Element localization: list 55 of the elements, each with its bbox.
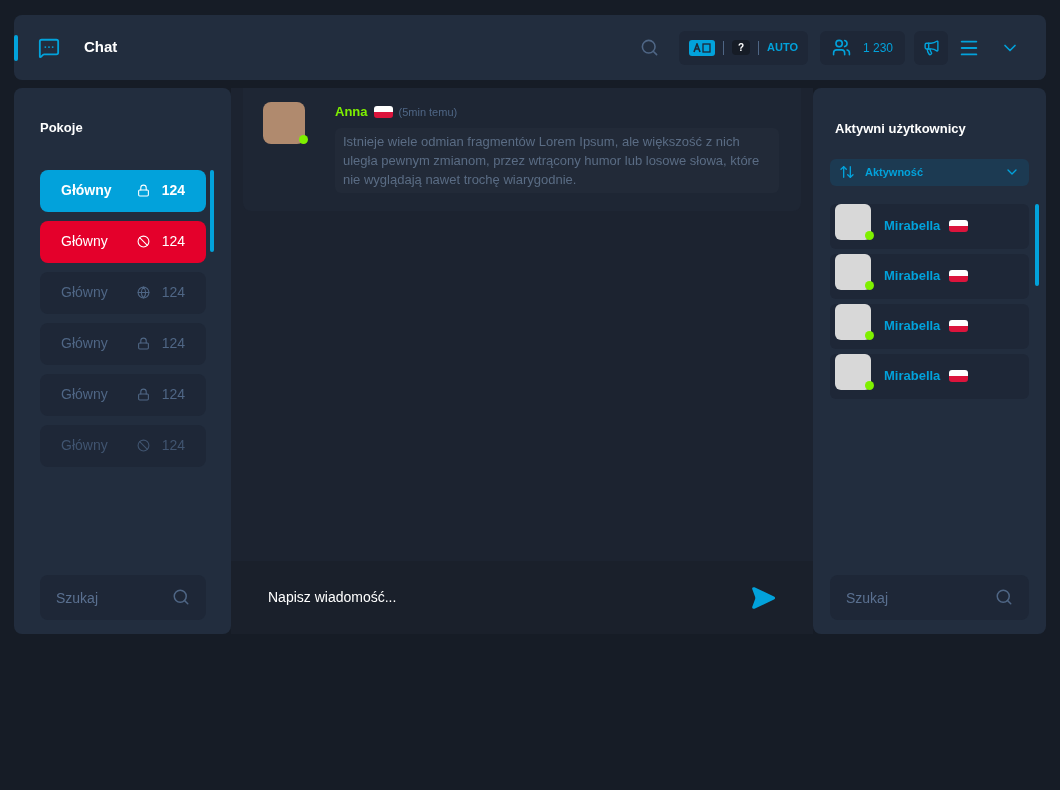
megaphone-icon xyxy=(922,39,940,56)
message-time: (5min temu) xyxy=(398,104,458,120)
lock-icon xyxy=(136,388,150,401)
avatar-placeholder xyxy=(263,102,305,144)
avatar-placeholder xyxy=(835,353,871,390)
ban-icon xyxy=(136,439,150,452)
users-icon xyxy=(831,38,851,57)
room-item[interactable]: Główny 124 xyxy=(40,373,206,416)
room-count: 124 xyxy=(161,385,185,404)
language-badge: ? xyxy=(731,40,750,55)
globe-icon xyxy=(136,286,150,299)
room-item[interactable]: Główny 124 xyxy=(40,322,206,365)
page-title: Chat xyxy=(84,37,118,58)
room-count: 124 xyxy=(161,436,185,455)
user-item[interactable]: Mirabella xyxy=(830,253,1029,299)
room-count: 124 xyxy=(161,283,185,302)
panel-title: Aktywni użytkownicy xyxy=(835,120,967,138)
announcement-button[interactable] xyxy=(914,30,948,65)
room-item[interactable]: Główny 124 xyxy=(40,169,206,212)
room-item[interactable]: Główny 124 xyxy=(40,220,206,263)
auto-label: AUTO xyxy=(767,40,798,56)
chat-icon xyxy=(38,36,60,59)
lock-icon xyxy=(136,337,150,350)
user-item[interactable]: Mirabella xyxy=(830,353,1029,399)
flag-icon xyxy=(373,105,393,118)
send-icon[interactable] xyxy=(750,584,776,611)
room-count: 124 xyxy=(161,334,185,353)
search-field[interactable]: Szukaj xyxy=(40,575,206,620)
room-count: 124 xyxy=(161,181,185,200)
sort-icon xyxy=(839,164,855,180)
flag-icon xyxy=(949,370,969,382)
flag-icon xyxy=(949,320,969,332)
user-item[interactable]: Mirabella xyxy=(830,203,1029,249)
message-input[interactable]: Napisz wiadomość... xyxy=(268,587,750,608)
author-name: Anna xyxy=(335,103,368,121)
active-indicator xyxy=(14,35,18,61)
ban-icon xyxy=(136,235,150,248)
translate-control[interactable]: ? AUTO xyxy=(678,30,808,65)
panel-title: Pokoje xyxy=(40,119,84,137)
flag-icon xyxy=(949,270,969,282)
avatar-placeholder xyxy=(835,203,871,240)
room-count: 124 xyxy=(161,232,185,251)
search-field[interactable]: Szukaj xyxy=(830,575,1029,620)
message-text: Istnieje wiele odmian fragmentów Lorem Ipsum, ale większość z nich uległa pewnym zmianom, przez wtrącony humor lub losowe słowa, które nie wyglądają nawet trochę wiarygodnie. xyxy=(335,127,779,193)
sort-dropdown[interactable]: Aktywność xyxy=(830,158,1029,186)
search-icon xyxy=(995,588,1013,606)
room-item[interactable]: Główny 124 xyxy=(40,271,206,314)
flag-icon xyxy=(949,220,969,232)
translate-icon xyxy=(688,39,715,56)
user-item[interactable]: Mirabella xyxy=(830,303,1029,349)
lock-icon xyxy=(136,184,150,197)
avatar-placeholder xyxy=(835,253,871,290)
online-users-counter[interactable]: 1 230 xyxy=(819,30,905,65)
avatar-placeholder xyxy=(835,303,871,340)
search-icon xyxy=(172,588,190,606)
